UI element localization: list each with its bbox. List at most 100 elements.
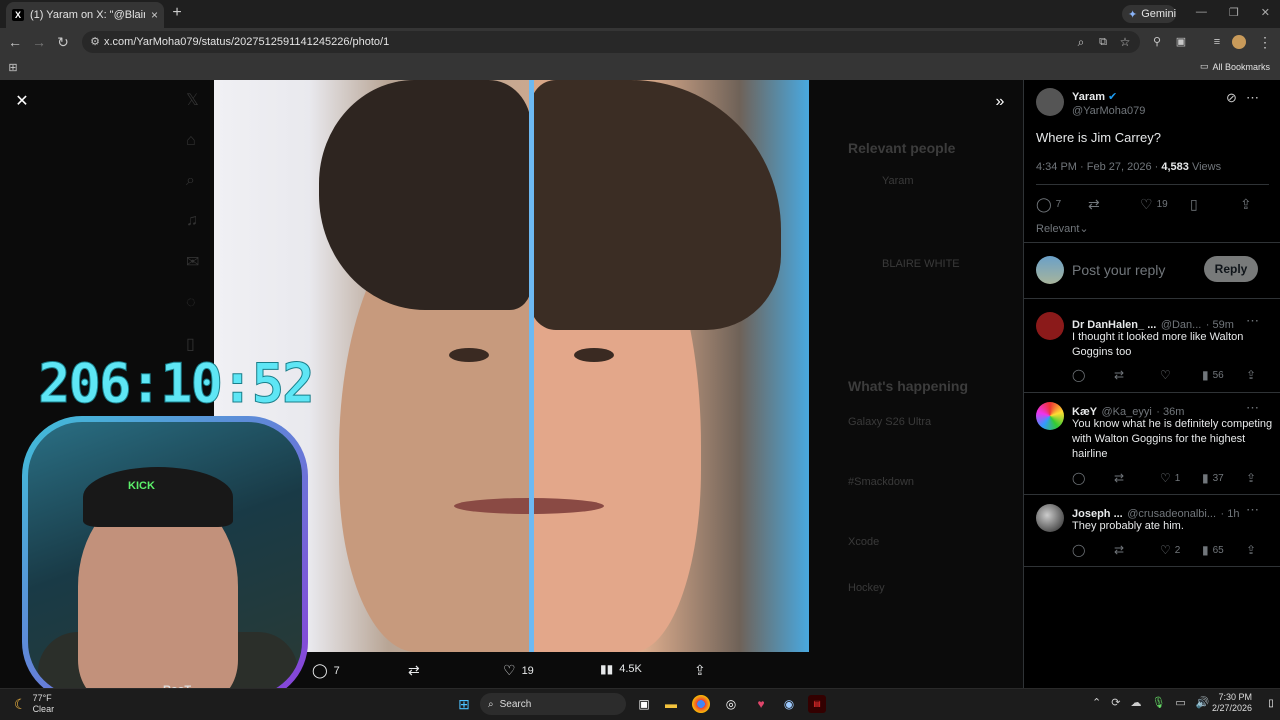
repost-icon: ⇄ (1088, 196, 1100, 212)
eye-right (574, 348, 614, 362)
reading-list-icon[interactable]: ≡ (1208, 33, 1226, 51)
sync-icon[interactable]: ⟳ (1111, 696, 1120, 709)
tab-close-icon[interactable]: × (151, 8, 158, 22)
reply-repost-button[interactable]: ⇄ (1114, 471, 1124, 485)
hair-left (319, 80, 531, 310)
network-icon[interactable]: ▭ (1175, 696, 1185, 709)
reply-repost-button[interactable]: ⇄ (1114, 368, 1124, 382)
reply-like-count: 2 (1174, 544, 1181, 556)
photo-like-button[interactable]: ♡ 19 (503, 662, 534, 679)
game-app-icon[interactable]: ▤ (808, 695, 826, 713)
sort-dropdown[interactable]: Relevant⌄ (1036, 222, 1089, 235)
back-icon[interactable]: ← (6, 33, 24, 51)
cloud-icon[interactable]: ☁ (1130, 696, 1141, 709)
menu-icon[interactable]: ⋮ (1256, 33, 1274, 51)
author-handle[interactable]: @YarMoha079 (1072, 105, 1145, 117)
like-button[interactable]: ♡ 19 (1140, 196, 1168, 213)
photo-views-button[interactable]: ▮▮ 4.5K (600, 662, 642, 676)
relevant-people-heading: Relevant people (848, 140, 956, 156)
gemini-button[interactable]: ✦ Gemini (1122, 5, 1176, 23)
expand-panel-button[interactable]: » (990, 92, 1010, 112)
reply-reply-button[interactable]: ◯ (1072, 543, 1085, 557)
repost-button[interactable]: ⇄ (1088, 196, 1100, 213)
pin-app-icon[interactable]: ♥ (752, 695, 770, 713)
clock[interactable]: 7:30 PM 2/27/2026 (1212, 692, 1252, 714)
reply-like-button[interactable]: ♡ 1 (1160, 471, 1180, 485)
close-window-icon[interactable]: ✕ (1261, 6, 1270, 19)
reply-reply-button[interactable]: ◯ (1072, 368, 1085, 382)
dimmed-nav: 𝕏 ⌂ ⌕ ♫ ✉ ◌ ▯ (186, 90, 210, 354)
my-avatar (1036, 256, 1064, 284)
new-tab-button[interactable]: + (168, 4, 186, 22)
reply-like-button[interactable]: ♡ 2 (1160, 543, 1180, 557)
sidebar-icon[interactable]: ▣ (1172, 33, 1190, 51)
author-name[interactable]: Yaram (1072, 91, 1105, 103)
more-icon[interactable]: ⋯ (1246, 502, 1259, 518)
tab-bar (0, 0, 1280, 28)
photo-repost-button[interactable]: ⇄ (408, 662, 420, 679)
reply-views-button[interactable]: ▮ 56 (1202, 368, 1224, 382)
taskbar-search[interactable]: ⌕ Search (480, 693, 626, 715)
steam-icon[interactable]: ◉ (780, 695, 798, 713)
reply-repost-button[interactable]: ⇄ (1114, 543, 1124, 557)
reply-avatar[interactable] (1036, 504, 1064, 532)
notification-icon[interactable]: ▯ (1262, 695, 1280, 713)
reload-icon[interactable]: ↻ (54, 33, 72, 51)
reply-reply-button[interactable]: ◯ (1072, 471, 1085, 485)
tweet-meta: 4:34 PM · Feb 27, 2026 · 4,583 Views (1036, 161, 1221, 173)
site-info-icon[interactable]: ⚙ (86, 33, 104, 51)
reply-views-button[interactable]: ▮ 37 (1202, 471, 1224, 485)
zoom-icon[interactable]: ⌕ (1072, 33, 1090, 51)
reply-like-button[interactable]: ♡ (1160, 368, 1175, 382)
reply-icon: ◯ (1036, 196, 1052, 212)
clock-date: 2/27/2026 (1211, 703, 1252, 713)
reply-share-button[interactable]: ⇪ (1246, 471, 1256, 485)
reply-share-button[interactable]: ⇪ (1246, 368, 1256, 382)
bookmark-star-icon[interactable]: ☆ (1116, 33, 1134, 51)
profile-avatar[interactable] (1232, 35, 1246, 49)
divider (1024, 298, 1280, 299)
photo-reply-button[interactable]: ◯ 7 (312, 662, 340, 679)
reply-avatar[interactable] (1036, 402, 1064, 430)
chevron-up-icon[interactable]: ⌃ (1092, 696, 1101, 709)
close-viewer-button[interactable]: ✕ (12, 92, 32, 112)
bg-item: BLAIRE WHITE (882, 258, 960, 270)
heart-icon: ♡ (1160, 471, 1171, 485)
more-icon[interactable]: ⋯ (1246, 313, 1259, 329)
chrome-icon[interactable] (692, 695, 710, 713)
all-bookmarks[interactable]: ▭ All Bookmarks (1200, 61, 1270, 72)
task-view-icon[interactable]: ▣ (635, 695, 653, 713)
divider (1024, 566, 1280, 567)
share-button[interactable]: ⇪ (1240, 196, 1252, 213)
speaker-icon[interactable]: 🔊 (1196, 696, 1210, 709)
tweet-time: 4:34 PM · Feb 27, 2026 · (1036, 161, 1162, 173)
forward-icon[interactable]: → (30, 33, 48, 51)
minimize-icon[interactable]: — (1196, 6, 1207, 19)
extensions-icon[interactable]: ⚲ (1148, 33, 1166, 51)
start-icon[interactable]: ⊞ (455, 695, 473, 713)
photo-share-button[interactable]: ⇪ (694, 662, 706, 679)
tweet-views-count: 4,583 (1161, 161, 1189, 173)
mic-icon[interactable]: 🎙 (1151, 696, 1165, 709)
bg-item: Galaxy S26 Ultra (848, 416, 932, 428)
reply-input[interactable]: Post your reply (1072, 262, 1165, 278)
author-avatar[interactable] (1036, 88, 1064, 116)
grok-icon[interactable]: ⊘ (1226, 90, 1237, 106)
address-bar[interactable]: x.com/YarMoha079/status/2027512591141245… (82, 31, 1140, 53)
maximize-icon[interactable]: ❐ (1229, 6, 1239, 19)
reply-button[interactable]: ◯ 7 (1036, 196, 1061, 213)
weather-widget[interactable]: ☾ 77°F Clear (14, 693, 54, 715)
reply-share-button[interactable]: ⇪ (1246, 543, 1256, 557)
file-explorer-icon[interactable]: ▬ (662, 695, 680, 713)
more-icon[interactable]: ⋯ (1246, 400, 1259, 416)
reply-submit-button[interactable]: Reply (1204, 256, 1258, 282)
browser-tab[interactable]: X (1) Yaram on X: "@BlaireWhite × (6, 2, 164, 28)
more-icon[interactable]: ⋯ (1246, 90, 1259, 106)
grok-icon: ◌ (186, 294, 196, 311)
install-icon[interactable]: ⧉ (1094, 33, 1112, 51)
apps-grid-icon[interactable]: ⊞ (4, 59, 22, 77)
reply-views-button[interactable]: ▮ 65 (1202, 543, 1224, 557)
reply-avatar[interactable] (1036, 312, 1064, 340)
app-icon[interactable]: ◎ (722, 695, 740, 713)
bookmark-button[interactable]: ▯ (1190, 196, 1198, 213)
